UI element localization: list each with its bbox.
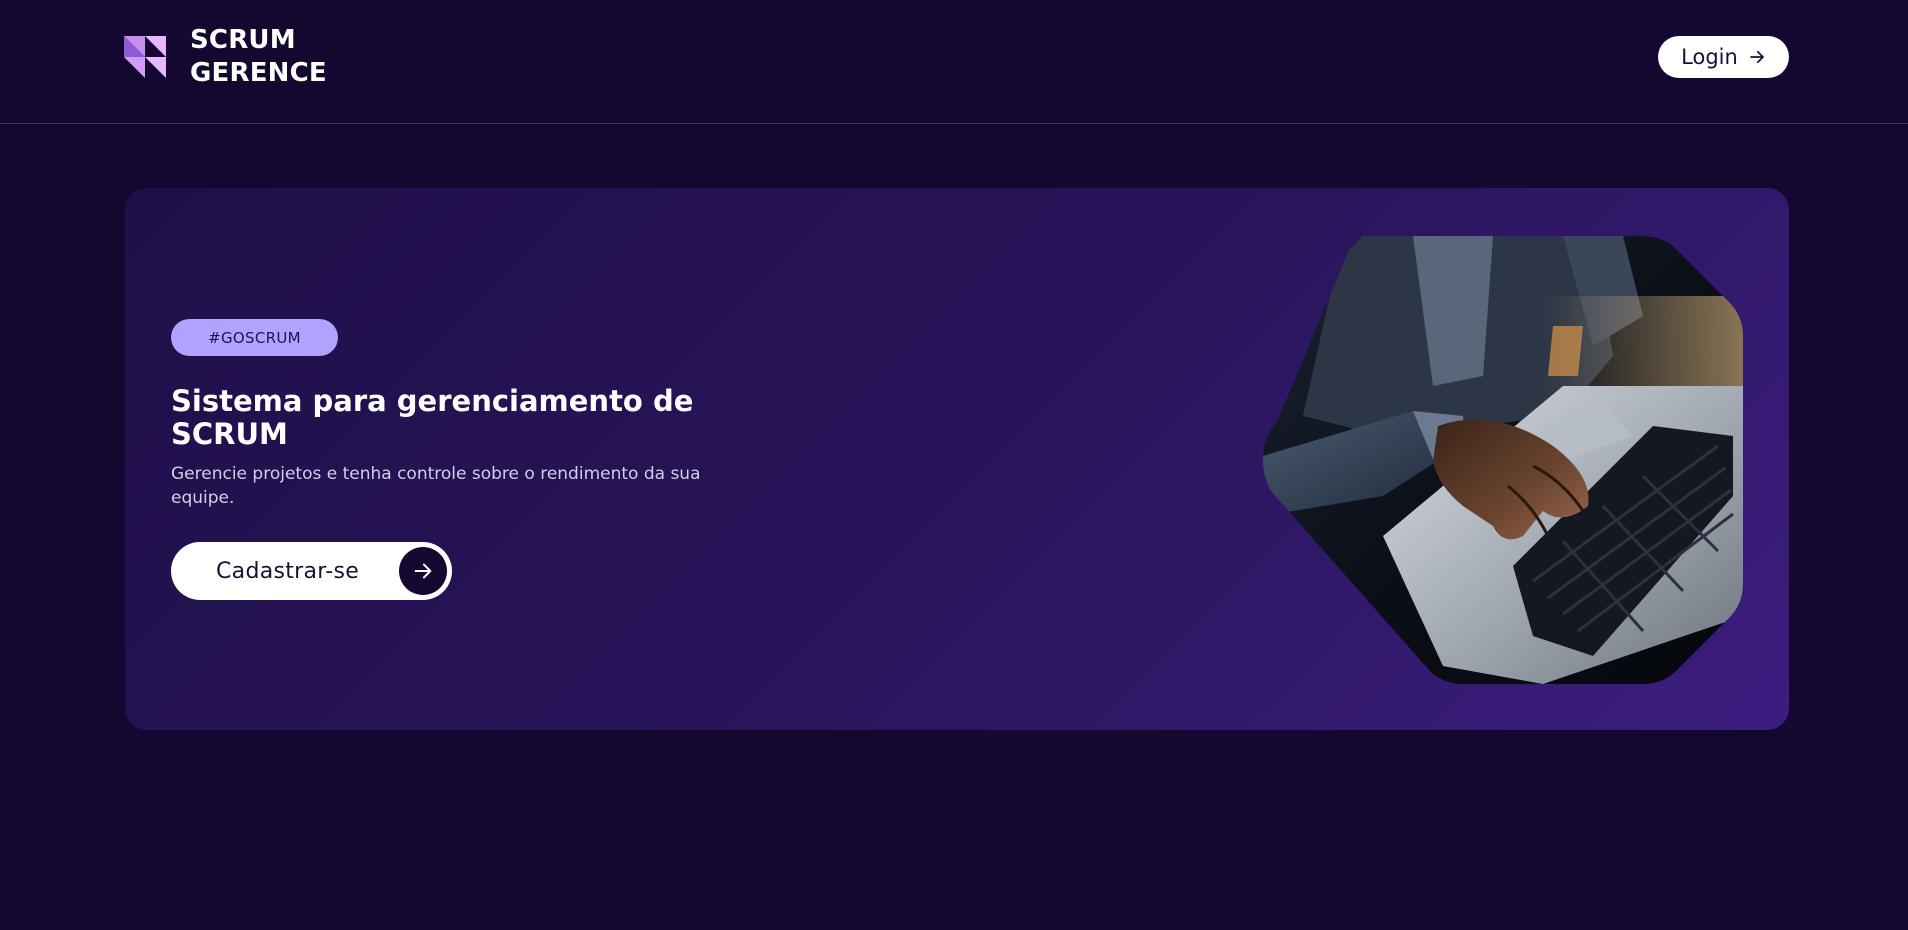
brand-line-1: SCRUM: [190, 25, 296, 55]
signup-arrow-circle: [399, 547, 447, 595]
arrow-right-icon: [1750, 50, 1764, 64]
brand-line-2: GERENCE: [190, 58, 327, 88]
arrow-right-icon: [414, 563, 432, 579]
login-button[interactable]: Login: [1658, 36, 1789, 78]
hero-title: Sistema para gerenciamento de SCRUM: [171, 384, 694, 451]
login-button-label: Login: [1681, 45, 1738, 69]
site-header: SCRUM GERENCE Login: [0, 0, 1908, 124]
brand-name: SCRUM GERENCE: [190, 24, 327, 90]
brand[interactable]: SCRUM GERENCE: [124, 24, 327, 90]
signup-button[interactable]: Cadastrar-se: [171, 542, 452, 600]
hashtag-badge: #GOSCRUM: [171, 319, 338, 356]
hero-subtitle: Gerencie projetos e tenha controle sobre…: [171, 464, 701, 508]
triangles-logo-icon: [124, 36, 166, 78]
signup-button-label: Cadastrar-se: [216, 558, 360, 584]
hero-card: #GOSCRUM Sistema para gerenciamento de S…: [125, 188, 1789, 730]
laptop-typing-photo: [1263, 236, 1743, 684]
